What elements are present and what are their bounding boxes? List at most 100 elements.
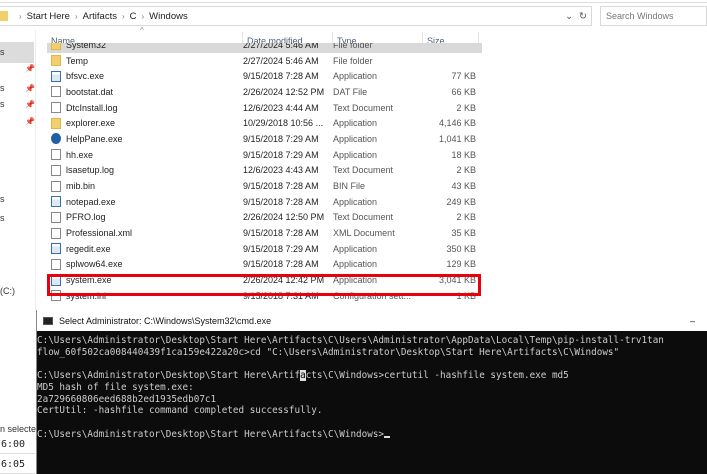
file-size: 1,041 KB: [438, 133, 476, 144]
file-row[interactable]: lsasetup.log 12/6/2023 4:43 AM Text Docume…: [47, 163, 482, 179]
file-row[interactable]: regedit.exe 9/15/2018 7:29 AM Application 3…: [47, 241, 482, 257]
terminal-line: C:\Users\Administrator\Desktop\Start Her…: [37, 335, 664, 346]
cmd-window[interactable]: Select Administrator: C:\Windows\System3…: [36, 310, 707, 474]
breadcrumb-item[interactable]: Start Here: [27, 11, 70, 22]
file-row[interactable]: System32 2/27/2024 5:46 AM File folder: [47, 43, 482, 53]
file-type: Text Document: [333, 165, 394, 176]
file-size: 2 KB: [456, 102, 476, 113]
file-name-cell: lsasetup.log: [47, 164, 243, 176]
text-cursor: [384, 435, 391, 438]
address-bar[interactable]: › Start Here › Artifacts › C › Windows ⌄ ↻: [0, 6, 592, 26]
file-name: splwow64.exe: [66, 259, 123, 270]
file-type: Application: [333, 71, 378, 82]
file-row[interactable]: Professional.xml 9/15/2018 7:28 AM XML Doc…: [47, 225, 482, 241]
file-name: bfsvc.exe: [66, 71, 105, 82]
terminal-line: C:\Users\Administrator\Desktop\Start Her…: [37, 370, 707, 382]
file-name: mib.bin: [66, 181, 96, 192]
file-name-cell: splwow64.exe: [47, 258, 243, 270]
file-row[interactable]: bfsvc.exe 9/15/2018 7:28 AM Application 77 …: [47, 68, 482, 84]
pin-icon[interactable]: 📌: [25, 64, 35, 73]
file-row[interactable]: explorer.exe 10/29/2018 10:56 ... Applicat…: [47, 115, 482, 131]
file-name-cell: explorer.exe: [47, 117, 243, 129]
chevron-right-icon[interactable]: ›: [75, 12, 78, 21]
text: C:\Users\Administrator\Desktop\Start Her…: [37, 370, 301, 382]
refresh-icon[interactable]: ↻: [579, 11, 587, 22]
nav-item-drive-c[interactable]: (C:): [0, 286, 15, 296]
file-type: File folder: [333, 43, 373, 50]
nav-item[interactable]: s: [0, 194, 5, 204]
file-size: 4,146 KB: [438, 118, 476, 129]
app-icon: [51, 70, 61, 82]
file-icon: [51, 149, 61, 161]
file-date: 9/15/2018 7:28 AM: [243, 71, 319, 82]
file-type: Application: [333, 196, 378, 207]
breadcrumb-item[interactable]: Artifacts: [83, 11, 117, 22]
file-date: 9/15/2018 7:28 AM: [243, 228, 319, 239]
file-name: DtcInstall.log: [66, 102, 118, 113]
breadcrumb-item[interactable]: C: [130, 11, 137, 22]
pin-icon[interactable]: 📌: [25, 84, 35, 93]
time-cell: 6:00: [0, 436, 35, 454]
minimize-button[interactable]: –: [690, 316, 695, 326]
file-type: BIN File: [333, 181, 366, 192]
file-type: DAT File: [333, 86, 368, 97]
nav-item[interactable]: s: [0, 99, 5, 109]
terminal-output[interactable]: C:\Users\Administrator\Desktop\Start Her…: [37, 331, 707, 440]
text: cts\C\Windows>certutil -hashfile system.…: [305, 370, 569, 382]
chevron-right-icon[interactable]: ›: [122, 12, 125, 21]
nav-item[interactable]: s: [0, 47, 5, 57]
file-size: 43 KB: [451, 181, 476, 192]
file-date: 9/15/2018 7:29 AM: [243, 243, 319, 254]
nav-selected-item[interactable]: [0, 42, 34, 63]
file-name-cell: Professional.xml: [47, 227, 243, 239]
breadcrumb-item[interactable]: Windows: [149, 11, 188, 22]
file-row[interactable]: notepad.exe 9/15/2018 7:28 AM Application 2…: [47, 194, 482, 210]
nav-item[interactable]: s: [0, 213, 5, 223]
chevron-right-icon[interactable]: ›: [142, 12, 145, 21]
file-size: 350 KB: [446, 243, 476, 254]
file-row[interactable]: PFRO.log 2/26/2024 12:50 PM Text Document 2…: [47, 210, 482, 226]
file-name: HelpPane.exe: [66, 133, 123, 144]
file-date: 9/15/2018 7:29 AM: [243, 133, 319, 144]
file-row[interactable]: DtcInstall.log 12/6/2023 4:44 AM Text Docu…: [47, 100, 482, 116]
chevron-right-icon[interactable]: ›: [19, 12, 22, 21]
file-row[interactable]: splwow64.exe 9/15/2018 7:28 AM Application…: [47, 257, 482, 273]
highlight-annotation: [47, 274, 481, 296]
folder-icon: [51, 55, 61, 67]
file-name-cell: DtcInstall.log: [47, 102, 243, 114]
pin-icon[interactable]: 📌: [25, 100, 35, 109]
file-size: 2 KB: [456, 212, 476, 223]
folder-icon: [51, 117, 61, 129]
file-size: 66 KB: [451, 86, 476, 97]
window-top-border: [0, 2, 707, 3]
app-icon: [51, 243, 61, 255]
cmd-title: Select Administrator: C:\Windows\System3…: [59, 315, 272, 326]
file-date: 10/29/2018 10:56 ...: [243, 118, 324, 129]
chevron-down-icon[interactable]: ⌄: [565, 11, 573, 22]
terminal-line: 2a729660806eed688b2ed1935edb07c1: [37, 393, 217, 405]
search-input[interactable]: Search Windows: [600, 6, 707, 26]
file-name-cell: Temp: [47, 55, 243, 67]
file-icon: [51, 227, 61, 239]
file-name-cell: bfsvc.exe: [47, 70, 243, 82]
help-icon: [51, 133, 61, 145]
pin-icon[interactable]: 📌: [25, 117, 35, 126]
terminal-prompt: C:\Users\Administrator\Desktop\Start Her…: [37, 429, 707, 441]
file-row[interactable]: HelpPane.exe 9/15/2018 7:29 AM Application…: [47, 131, 482, 147]
file-date: 2/27/2024 5:46 AM: [243, 55, 319, 66]
file-row[interactable]: hh.exe 9/15/2018 7:29 AM Application 18 KB: [47, 147, 482, 163]
app-icon: [51, 196, 61, 208]
file-date: 9/15/2018 7:28 AM: [243, 181, 319, 192]
file-row[interactable]: mib.bin 9/15/2018 7:28 AM BIN File 43 KB: [47, 178, 482, 194]
file-type: Application: [333, 118, 378, 129]
file-row[interactable]: Temp 2/27/2024 5:46 AM File folder: [47, 53, 482, 69]
nav-item[interactable]: s: [0, 83, 5, 93]
file-name-cell: System32: [47, 43, 243, 51]
file-row[interactable]: bootstat.dat 2/26/2024 12:52 PM DAT File 66…: [47, 84, 482, 100]
folder-icon: [51, 43, 61, 51]
cmd-title-bar[interactable]: Select Administrator: C:\Windows\System3…: [37, 310, 707, 331]
file-name-cell: PFRO.log: [47, 211, 243, 223]
file-name: Professional.xml: [66, 228, 133, 239]
file-name: lsasetup.log: [66, 165, 115, 176]
